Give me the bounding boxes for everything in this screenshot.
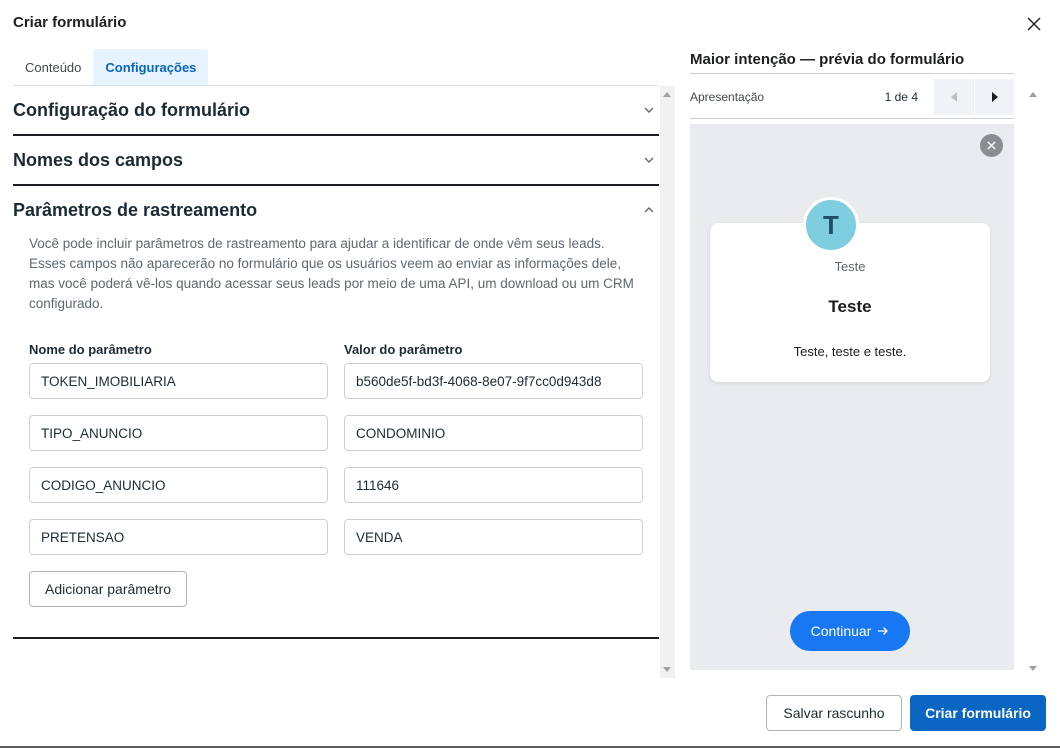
arrow-right-icon bbox=[878, 627, 889, 635]
chevron-up-icon bbox=[644, 207, 654, 213]
left-scrollbar[interactable] bbox=[660, 86, 675, 678]
section-title: Parâmetros de rastreamento bbox=[13, 199, 258, 220]
preview-title: Maior intenção — prévia do formulário bbox=[690, 51, 965, 68]
param-row bbox=[29, 415, 643, 451]
param-row bbox=[29, 363, 643, 399]
preview-card: Teste Teste Teste, teste e teste. bbox=[710, 223, 990, 382]
tracking-description: Você pode incluir parâmetros de rastream… bbox=[29, 236, 634, 311]
right-scroll-down-arrow-icon[interactable] bbox=[1029, 666, 1037, 671]
add-parameter-button[interactable]: Adicionar parâmetro bbox=[29, 571, 188, 607]
section-field-names-header[interactable]: Nomes dos campos bbox=[13, 136, 659, 184]
save-draft-button[interactable]: Salvar rascunho bbox=[766, 695, 902, 731]
section-field-names: Nomes dos campos bbox=[13, 136, 659, 186]
tab-conteudo[interactable]: Conteúdo bbox=[13, 49, 93, 85]
param-value-input[interactable] bbox=[344, 467, 643, 503]
param-row bbox=[29, 467, 643, 503]
preview-screen-label: Apresentação bbox=[690, 90, 765, 104]
section-tracking-params: Parâmetros de rastreamento Você pode inc… bbox=[13, 186, 659, 639]
chevron-down-icon bbox=[644, 107, 654, 113]
right-scroll-up-arrow-icon[interactable] bbox=[1029, 92, 1037, 97]
preview-divider bbox=[690, 73, 1014, 74]
section-tracking-params-header[interactable]: Parâmetros de rastreamento bbox=[13, 186, 659, 234]
close-icon bbox=[1027, 17, 1041, 31]
avatar: T bbox=[803, 197, 859, 253]
close-icon bbox=[987, 141, 996, 150]
tab-bar: Conteúdo Configurações bbox=[13, 49, 209, 85]
caret-right-icon bbox=[991, 92, 998, 102]
section-form-config: Configuração do formulário bbox=[13, 86, 659, 136]
preview-card-subtitle: Teste bbox=[834, 259, 866, 274]
caret-left-icon bbox=[951, 92, 957, 102]
tracking-params-body: Você pode incluir parâmetros de rastream… bbox=[13, 234, 659, 637]
preview-close-button[interactable] bbox=[980, 134, 1003, 157]
param-name-input[interactable] bbox=[29, 415, 328, 451]
scroll-up-arrow-icon[interactable] bbox=[663, 92, 671, 97]
chevron-down-icon bbox=[644, 157, 654, 163]
param-row bbox=[29, 519, 643, 555]
param-name-input[interactable] bbox=[29, 363, 328, 399]
param-value-input[interactable] bbox=[344, 519, 643, 555]
preview-divider bbox=[690, 118, 1014, 119]
preview-card-text: Teste, teste e teste. bbox=[793, 344, 907, 359]
preview-navigation: Apresentação 1 de 4 bbox=[690, 78, 1014, 116]
continue-label: Continuar bbox=[810, 623, 872, 639]
param-value-input[interactable] bbox=[344, 363, 643, 399]
scroll-down-arrow-icon[interactable] bbox=[663, 667, 671, 672]
dialog-title: Criar formulário bbox=[13, 14, 127, 31]
section-form-config-header[interactable]: Configuração do formulário bbox=[13, 86, 659, 134]
param-value-input[interactable] bbox=[344, 415, 643, 451]
create-form-button[interactable]: Criar formulário bbox=[910, 695, 1046, 731]
preview-card-heading: Teste bbox=[828, 297, 872, 316]
preview-prev-button[interactable] bbox=[934, 79, 974, 115]
section-title: Nomes dos campos bbox=[13, 149, 184, 170]
param-name-input[interactable] bbox=[29, 467, 328, 503]
param-name-header: Nome do parâmetro bbox=[29, 342, 152, 357]
params-header: Nome do parâmetro Valor do parâmetro bbox=[29, 342, 643, 357]
section-title: Configuração do formulário bbox=[13, 99, 251, 120]
settings-panel: Configuração do formulário Nomes dos cam… bbox=[13, 86, 659, 678]
form-preview: T Teste Teste Teste, teste e teste. Cont… bbox=[690, 124, 1014, 670]
param-name-input[interactable] bbox=[29, 519, 328, 555]
preview-page-indicator: 1 de 4 bbox=[884, 90, 918, 104]
preview-next-button[interactable] bbox=[974, 79, 1014, 115]
param-value-header: Valor do parâmetro bbox=[344, 342, 463, 357]
tab-configuracoes[interactable]: Configurações bbox=[93, 49, 209, 85]
close-button[interactable] bbox=[1022, 12, 1046, 36]
continue-button[interactable]: Continuar bbox=[790, 611, 910, 651]
